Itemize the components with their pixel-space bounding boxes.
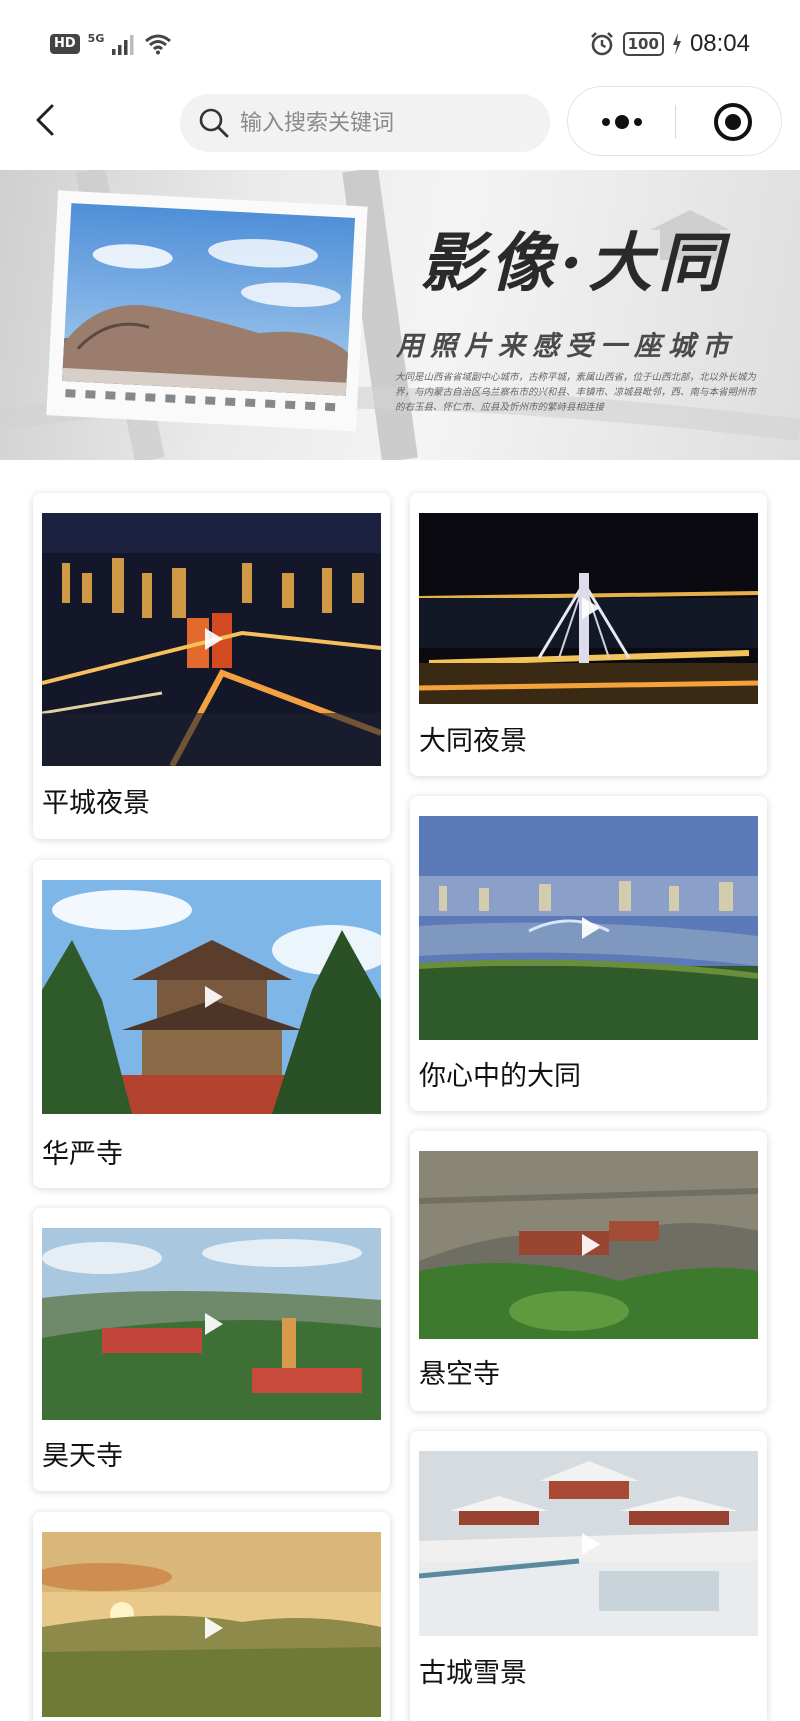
play-icon xyxy=(205,1617,223,1639)
video-card-sunset[interactable] xyxy=(33,1512,390,1721)
video-title: 大同夜景 xyxy=(419,726,527,757)
play-icon xyxy=(205,986,223,1008)
play-icon xyxy=(582,917,600,939)
video-title: 华严寺 xyxy=(42,1139,123,1170)
video-thumbnail xyxy=(42,880,381,1114)
video-card-datong-in-your-heart[interactable]: 你心中的大同 xyxy=(410,796,767,1111)
video-thumbnail xyxy=(419,1151,758,1339)
video-thumbnail xyxy=(42,1228,381,1420)
video-card-pingcheng-night[interactable]: 平城夜景 xyxy=(33,493,390,839)
play-icon xyxy=(205,628,223,650)
video-card-huayan-temple[interactable]: 华严寺 xyxy=(33,860,390,1188)
video-card-ancient-city-snow[interactable]: 古城雪景 xyxy=(410,1431,767,1721)
video-thumbnail xyxy=(42,513,381,766)
play-icon xyxy=(205,1313,223,1335)
video-title: 你心中的大同 xyxy=(419,1061,581,1092)
video-title: 古城雪景 xyxy=(419,1658,527,1689)
video-thumbnail xyxy=(42,1532,381,1717)
video-thumbnail xyxy=(419,513,758,704)
video-thumbnail xyxy=(419,1451,758,1636)
video-thumbnail xyxy=(419,816,758,1040)
play-icon xyxy=(582,597,600,619)
video-card-datong-night[interactable]: 大同夜景 xyxy=(410,493,767,776)
play-icon xyxy=(582,1234,600,1256)
video-card-haotian-temple[interactable]: 昊天寺 xyxy=(33,1208,390,1491)
video-grid: 平城夜景 华严寺 昊天寺 大同夜景 你心中的大同 悬空寺 古城雪景 xyxy=(0,0,800,1721)
video-title: 平城夜景 xyxy=(42,788,150,819)
video-title: 昊天寺 xyxy=(42,1441,123,1472)
play-icon xyxy=(582,1533,600,1555)
video-card-hanging-temple[interactable]: 悬空寺 xyxy=(410,1131,767,1411)
video-title: 悬空寺 xyxy=(419,1359,500,1390)
